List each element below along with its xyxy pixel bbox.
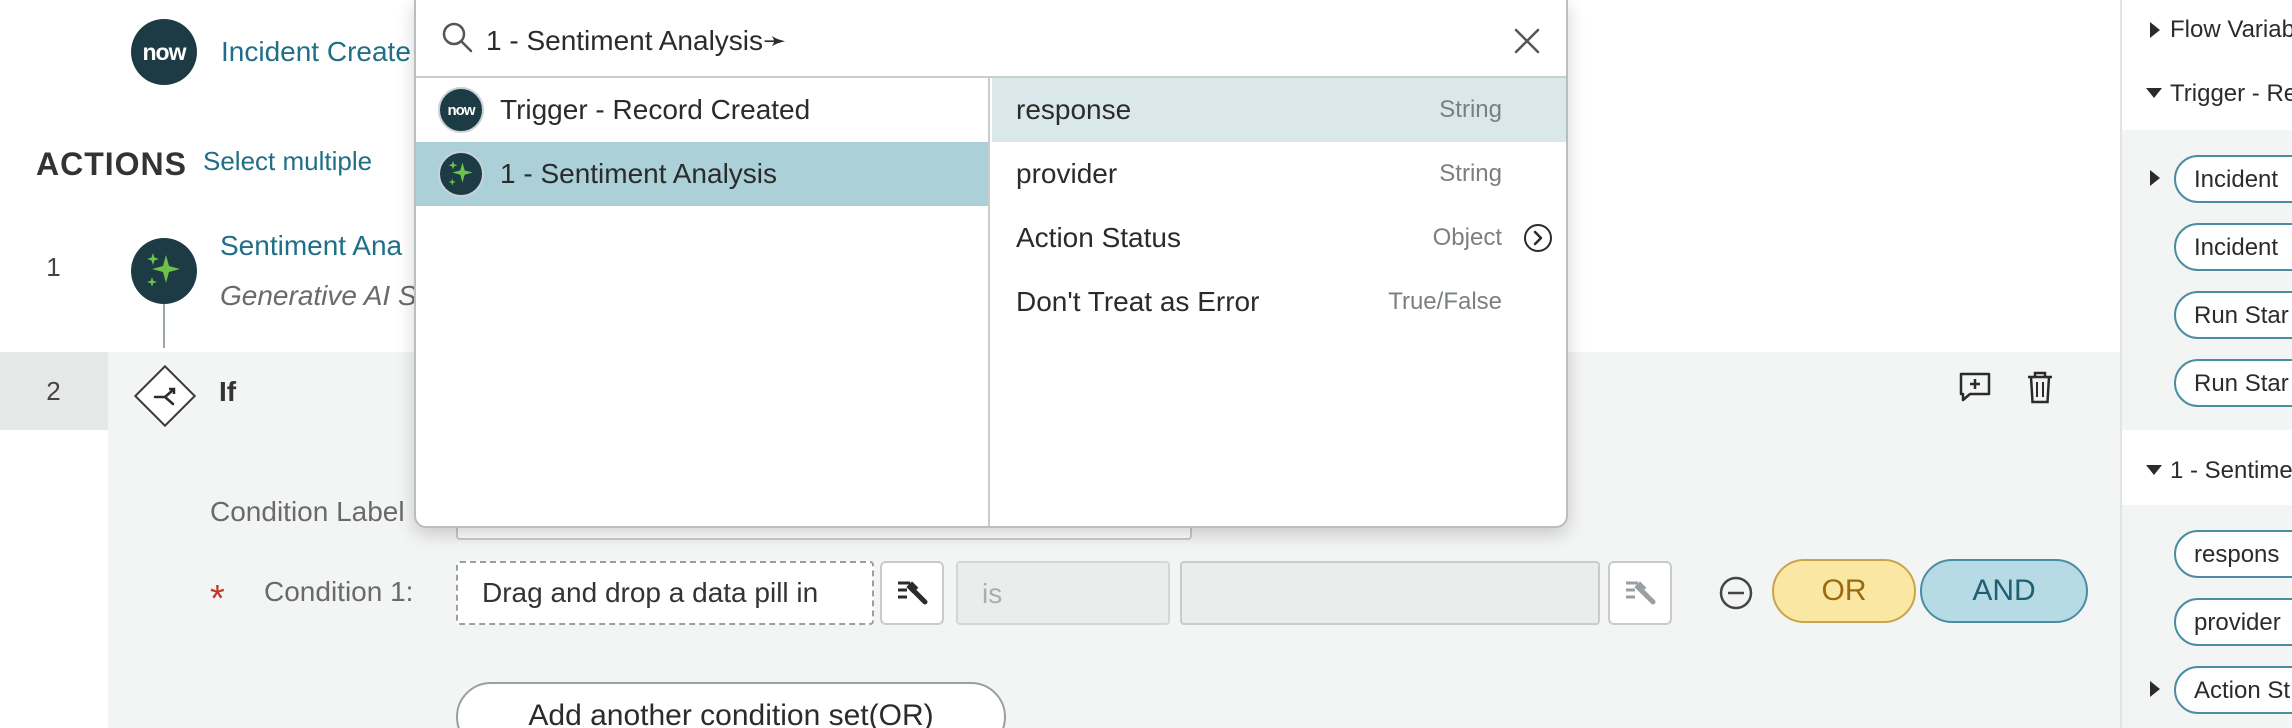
source-item-trigger[interactable]: now Trigger - Record Created — [416, 78, 988, 142]
remove-condition-icon[interactable] — [1718, 575, 1754, 611]
field-item-response[interactable]: response String — [992, 78, 1566, 142]
pill-picker-icon — [898, 581, 928, 605]
field-type: String — [1439, 160, 1502, 187]
pill-field-list: response String provider String Action S… — [992, 78, 1566, 526]
step-number: 1 — [46, 252, 61, 282]
sparkle-icon — [131, 238, 197, 304]
pill-search-bar: 1 - Sentiment Analysis➛ — [416, 0, 1566, 78]
expand-triangle-icon[interactable] — [2150, 681, 2160, 697]
close-icon[interactable] — [1512, 26, 1542, 56]
data-panel: Flow Variab Trigger - Re Incident Incide… — [2120, 0, 2292, 728]
now-logo-icon: now — [131, 19, 197, 85]
data-pill-picker-popup: 1 - Sentiment Analysis➛ now Trigger - Re… — [414, 0, 1568, 528]
flow-variables-section[interactable]: Flow Variab — [2122, 16, 2292, 44]
pill-search-input[interactable]: 1 - Sentiment Analysis➛ — [486, 24, 786, 57]
delete-icon[interactable] — [2021, 368, 2059, 406]
now-logo-icon: now — [438, 87, 484, 133]
field-name: Action Status — [1016, 222, 1181, 253]
step-connector — [163, 304, 165, 348]
field-name: response — [1016, 94, 1132, 125]
step1-subtitle: Generative AI S — [220, 280, 417, 311]
select-multiple-link[interactable]: Select multiple — [203, 146, 372, 177]
value-pill-picker-button[interactable] — [1608, 561, 1672, 625]
field-item-action-status[interactable]: Action Status Object — [992, 206, 1566, 270]
required-marker: * — [210, 578, 225, 620]
step-number: 2 — [46, 376, 61, 406]
and-button[interactable]: AND — [1920, 559, 2088, 623]
condition-value-input[interactable] — [1180, 561, 1600, 625]
data-pill[interactable]: provider — [2174, 598, 2292, 646]
condition-label-text: Condition Label — [210, 496, 405, 527]
condition1-label: Condition 1: — [264, 576, 414, 607]
trigger-section[interactable]: Trigger - Re — [2122, 80, 2292, 108]
field-item-provider[interactable]: provider String — [992, 142, 1566, 206]
data-pill[interactable]: Run Star — [2174, 291, 2292, 339]
data-pill[interactable]: Run Star — [2174, 359, 2292, 407]
data-pill[interactable]: respons — [2174, 530, 2292, 578]
trigger-row[interactable]: now Incident Create — [131, 19, 411, 85]
field-type: True/False — [1388, 288, 1502, 315]
step2-title: If — [219, 376, 237, 407]
data-pill[interactable]: Incident — [2174, 223, 2292, 271]
or-button[interactable]: OR — [1772, 559, 1916, 623]
operator-select[interactable]: is — [956, 561, 1170, 625]
chevron-right-circle-icon[interactable] — [1522, 222, 1554, 254]
pill-picker-button[interactable] — [880, 561, 944, 625]
sparkle-icon — [438, 151, 484, 197]
field-item-dont-treat-as-error[interactable]: Don't Treat as Error True/False — [992, 270, 1566, 334]
step1-title-link[interactable]: Sentiment Ana — [220, 230, 402, 262]
field-type: String — [1439, 96, 1502, 123]
field-name: Don't Treat as Error — [1016, 286, 1260, 317]
source-item-label: 1 - Sentiment Analysis — [500, 158, 778, 189]
expand-triangle-icon[interactable] — [2150, 170, 2160, 186]
add-comment-icon[interactable] — [1956, 368, 1994, 406]
data-pill[interactable]: Action St — [2174, 666, 2292, 714]
actions-heading: ACTIONS — [36, 146, 187, 182]
data-pill-dropzone[interactable]: Drag and drop a data pill in — [456, 561, 874, 625]
sentiment-section[interactable]: 1 - Sentime — [2122, 457, 2292, 485]
field-type: Object — [1432, 224, 1502, 251]
source-item-label: Trigger - Record Created — [500, 94, 811, 125]
pill-source-list: now Trigger - Record Created 1 - Sentime… — [416, 78, 990, 526]
branch-icon — [153, 387, 176, 406]
source-item-sentiment-analysis[interactable]: 1 - Sentiment Analysis — [416, 142, 988, 206]
pill-picker-icon — [1626, 581, 1656, 605]
trigger-link[interactable]: Incident Create — [221, 36, 411, 68]
field-name: provider — [1016, 158, 1118, 189]
data-pill[interactable]: Incident — [2174, 155, 2292, 203]
search-icon — [442, 22, 473, 53]
add-condition-set-button[interactable]: Add another condition set(OR) — [456, 682, 1006, 728]
